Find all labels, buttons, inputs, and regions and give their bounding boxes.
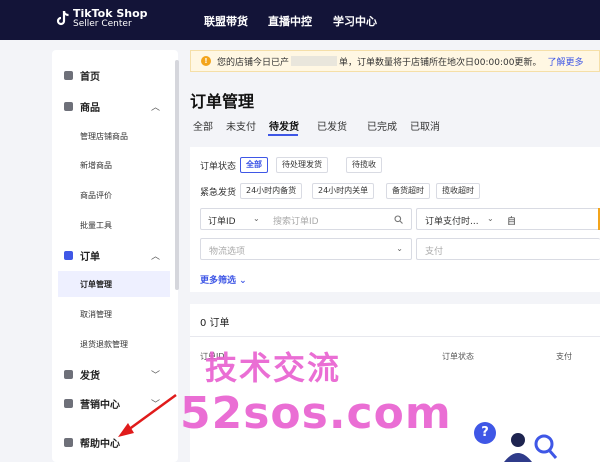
- shipping-icon: [64, 369, 73, 379]
- order-icon: [64, 250, 73, 260]
- payment-placeholder: 支付: [425, 247, 444, 257]
- tiktok-shop-logo[interactable]: TikTok Shop Seller Center: [56, 8, 148, 30]
- sidebar-item-shipping[interactable]: 发货 ﹀: [52, 363, 174, 385]
- filter-panel: 订单状态 全部 待处理发货 待揽收 紧急发货 24小时内备货 24小时内关单 备…: [190, 147, 600, 292]
- sidebar-item-label: 营销中心: [80, 399, 120, 411]
- order-id-select[interactable]: 订单ID: [208, 214, 236, 227]
- logistics-placeholder: 物流选项: [209, 247, 246, 257]
- urgent-ship-label: 紧急发货: [200, 188, 237, 198]
- sidebar-subitem-order-management[interactable]: 订单管理: [58, 271, 170, 297]
- notice-text-2: 单，订单数量将于店铺所在地次日00:00:00更新。: [339, 57, 542, 68]
- sidebar-item-orders[interactable]: 订单 ︿: [52, 244, 174, 266]
- warning-icon: !: [201, 56, 211, 66]
- tab-shipped[interactable]: 已发货: [317, 118, 347, 133]
- chevron-up-icon: ︿: [150, 102, 160, 113]
- urgent-chip-24h-close[interactable]: 24小时内关单: [312, 183, 375, 199]
- help-icon: [64, 437, 73, 447]
- divider: [190, 336, 600, 337]
- order-count: 0 订单: [200, 318, 230, 329]
- sidebar-subitem-add-product[interactable]: 新增商品: [58, 152, 170, 178]
- top-bar: TikTok Shop Seller Center 联盟带货 直播中控 学习中心: [0, 0, 600, 40]
- order-id-search[interactable]: 订单ID ⌄ 搜索订单ID: [200, 208, 412, 230]
- status-chip-all[interactable]: 全部: [240, 157, 268, 173]
- search-icon[interactable]: [394, 215, 403, 224]
- notice-text: 您的店铺今日已产: [217, 57, 290, 68]
- status-chip-awaiting-pickup[interactable]: 待揽收: [346, 157, 382, 173]
- sidebar-item-label: 订单: [80, 251, 100, 263]
- watermark-line-1: 技术交流: [205, 349, 342, 387]
- chevron-down-icon: ﹀: [150, 370, 160, 381]
- sidebar: 首页 商品 ︿ 管理店铺商品 新增商品 商品评价 批量工具 订单 ︿ 订单管理 …: [52, 50, 178, 462]
- sidebar-subitem-returns-refunds[interactable]: 退货退款管理: [58, 331, 170, 357]
- topnav-learning-center[interactable]: 学习中心: [333, 13, 377, 29]
- sidebar-subitem-product-reviews[interactable]: 商品评价: [58, 182, 170, 208]
- order-status-label: 订单状态: [200, 162, 237, 172]
- pay-time-from: 自: [507, 217, 517, 227]
- product-icon: [64, 101, 73, 111]
- column-header-payment: 支付: [556, 352, 572, 361]
- payment-select[interactable]: 支付: [416, 238, 600, 260]
- home-icon: [64, 70, 73, 80]
- pay-time-select[interactable]: 订单支付时...: [425, 214, 479, 227]
- logistics-select[interactable]: 物流选项 ⌄: [200, 238, 412, 260]
- topnav-live-control[interactable]: 直播中控: [268, 13, 312, 29]
- sidebar-item-label: 发货: [80, 370, 100, 382]
- pay-time-filter[interactable]: 订单支付时... ⌄ 自: [416, 208, 600, 230]
- support-illustration-icon: [504, 433, 558, 462]
- logo-title: TikTok Shop: [73, 7, 148, 20]
- sidebar-item-home[interactable]: 首页: [52, 64, 174, 86]
- sidebar-item-help[interactable]: 帮助中心: [52, 431, 174, 453]
- sidebar-item-products[interactable]: 商品 ︿: [52, 95, 174, 117]
- active-tab-indicator: [268, 134, 298, 136]
- column-header-order-status: 订单状态: [442, 352, 474, 361]
- sidebar-subitem-cancellations[interactable]: 取消管理: [58, 301, 170, 327]
- urgent-chip-prep-overdue[interactable]: 备货超时: [386, 183, 430, 199]
- sidebar-subitem-manage-products[interactable]: 管理店铺商品: [58, 123, 170, 149]
- sidebar-item-marketing[interactable]: 营销中心 ﹀: [52, 392, 174, 414]
- chevron-down-icon: ﹀: [150, 399, 160, 410]
- tab-completed[interactable]: 已完成: [367, 118, 397, 133]
- blurred-count: [291, 56, 338, 66]
- question-icon[interactable]: ?: [474, 422, 496, 444]
- marketing-icon: [64, 398, 73, 408]
- search-input[interactable]: 搜索订单ID: [273, 214, 319, 227]
- tab-unpaid[interactable]: 未支付: [226, 118, 256, 133]
- chevron-down-icon: ⌄: [396, 244, 403, 253]
- urgent-chip-pickup-overdue[interactable]: 揽收超时: [436, 183, 480, 199]
- tab-all[interactable]: 全部: [193, 118, 213, 133]
- notice-banner: ! 您的店铺今日已产 单，订单数量将于店铺所在地次日00:00:00更新。 了解…: [190, 50, 600, 72]
- chevron-down-icon: ⌄: [487, 214, 494, 223]
- more-filters-toggle[interactable]: 更多筛选 ⌄: [200, 273, 247, 286]
- chevron-up-icon: ︿: [150, 251, 160, 262]
- chevron-down-icon: ⌄: [239, 276, 247, 286]
- sidebar-subitem-bulk-tools[interactable]: 批量工具: [58, 212, 170, 238]
- status-chip-pending-ship[interactable]: 待处理发货: [276, 157, 328, 173]
- sidebar-item-label: 商品: [80, 102, 100, 114]
- topnav-affiliate[interactable]: 联盟带货: [204, 13, 248, 29]
- tab-to-ship[interactable]: 待发货: [269, 118, 299, 133]
- sidebar-item-label: 首页: [80, 71, 100, 83]
- page-title: 订单管理: [190, 92, 255, 111]
- tab-cancelled[interactable]: 已取消: [410, 118, 440, 133]
- tiktok-logo-icon: [56, 10, 69, 26]
- learn-more-link[interactable]: 了解更多: [547, 55, 583, 68]
- sidebar-scrollbar[interactable]: [175, 60, 179, 290]
- urgent-chip-24h-prep[interactable]: 24小时内备货: [240, 183, 303, 199]
- more-filters-label: 更多筛选: [200, 276, 237, 286]
- chevron-down-icon: ⌄: [253, 214, 260, 223]
- logo-subtitle: Seller Center: [73, 19, 132, 29]
- watermark-line-2: 52sos.com: [180, 388, 452, 439]
- sidebar-item-label: 帮助中心: [80, 438, 120, 450]
